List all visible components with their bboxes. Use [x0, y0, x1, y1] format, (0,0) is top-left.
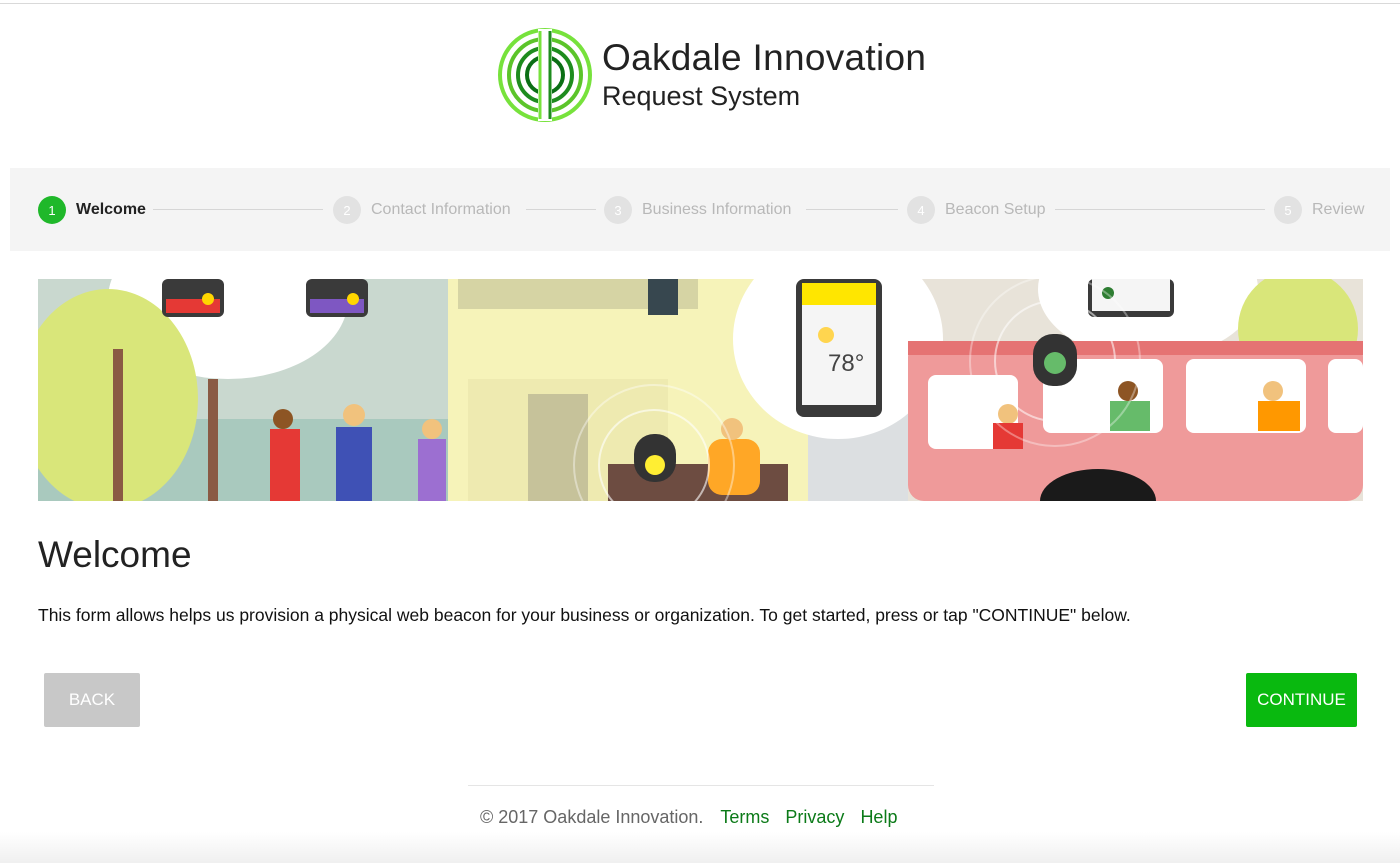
step-number: 2: [333, 196, 361, 224]
step-connector: [153, 209, 323, 210]
footer-link-help[interactable]: Help: [860, 807, 897, 828]
brand-name: Oakdale Innovation: [602, 37, 927, 78]
bottom-shadow: [0, 832, 1400, 863]
step-number: 4: [907, 196, 935, 224]
brand-text: Oakdale Innovation Request System: [602, 37, 926, 113]
page-title: Welcome: [38, 534, 192, 575]
step-label: Beacon Setup: [945, 201, 1046, 218]
hero-illustration: 78°: [38, 279, 1363, 501]
step-welcome[interactable]: 1 Welcome: [38, 196, 146, 224]
step-label: Review: [1312, 201, 1365, 218]
step-label: Business Information: [642, 201, 792, 218]
step-connector: [806, 209, 898, 210]
step-number: 5: [1274, 196, 1302, 224]
step-contact-information[interactable]: 2 Contact Information: [333, 196, 511, 224]
step-connector: [526, 209, 596, 210]
progress-stepper: 1 Welcome 2 Contact Information 3 Busine…: [10, 168, 1390, 251]
brand-subtitle: Request System: [602, 81, 801, 111]
footer-link-terms[interactable]: Terms: [720, 807, 769, 828]
footer-divider: [468, 785, 934, 786]
top-divider: [0, 3, 1400, 4]
step-connector: [1055, 209, 1265, 210]
footer: © 2017 Oakdale Innovation. Terms Privacy…: [480, 807, 897, 828]
step-review[interactable]: 5 Review: [1274, 196, 1364, 224]
welcome-description: This form allows helps us provision a ph…: [38, 605, 1131, 625]
step-number: 3: [604, 196, 632, 224]
step-label: Contact Information: [371, 201, 511, 218]
step-business-information[interactable]: 3 Business Information: [604, 196, 791, 224]
brand-header: Oakdale Innovation Request System: [497, 27, 926, 123]
back-button[interactable]: BACK: [44, 673, 140, 727]
concentric-circles-logo-icon: [498, 28, 592, 122]
step-beacon-setup[interactable]: 4 Beacon Setup: [907, 196, 1046, 224]
step-label: Welcome: [76, 201, 146, 218]
footer-link-privacy[interactable]: Privacy: [785, 807, 844, 828]
continue-button[interactable]: CONTINUE: [1246, 673, 1357, 727]
hero-temperature: 78°: [828, 350, 864, 377]
footer-copyright: © 2017 Oakdale Innovation.: [480, 807, 704, 827]
step-number: 1: [38, 196, 66, 224]
